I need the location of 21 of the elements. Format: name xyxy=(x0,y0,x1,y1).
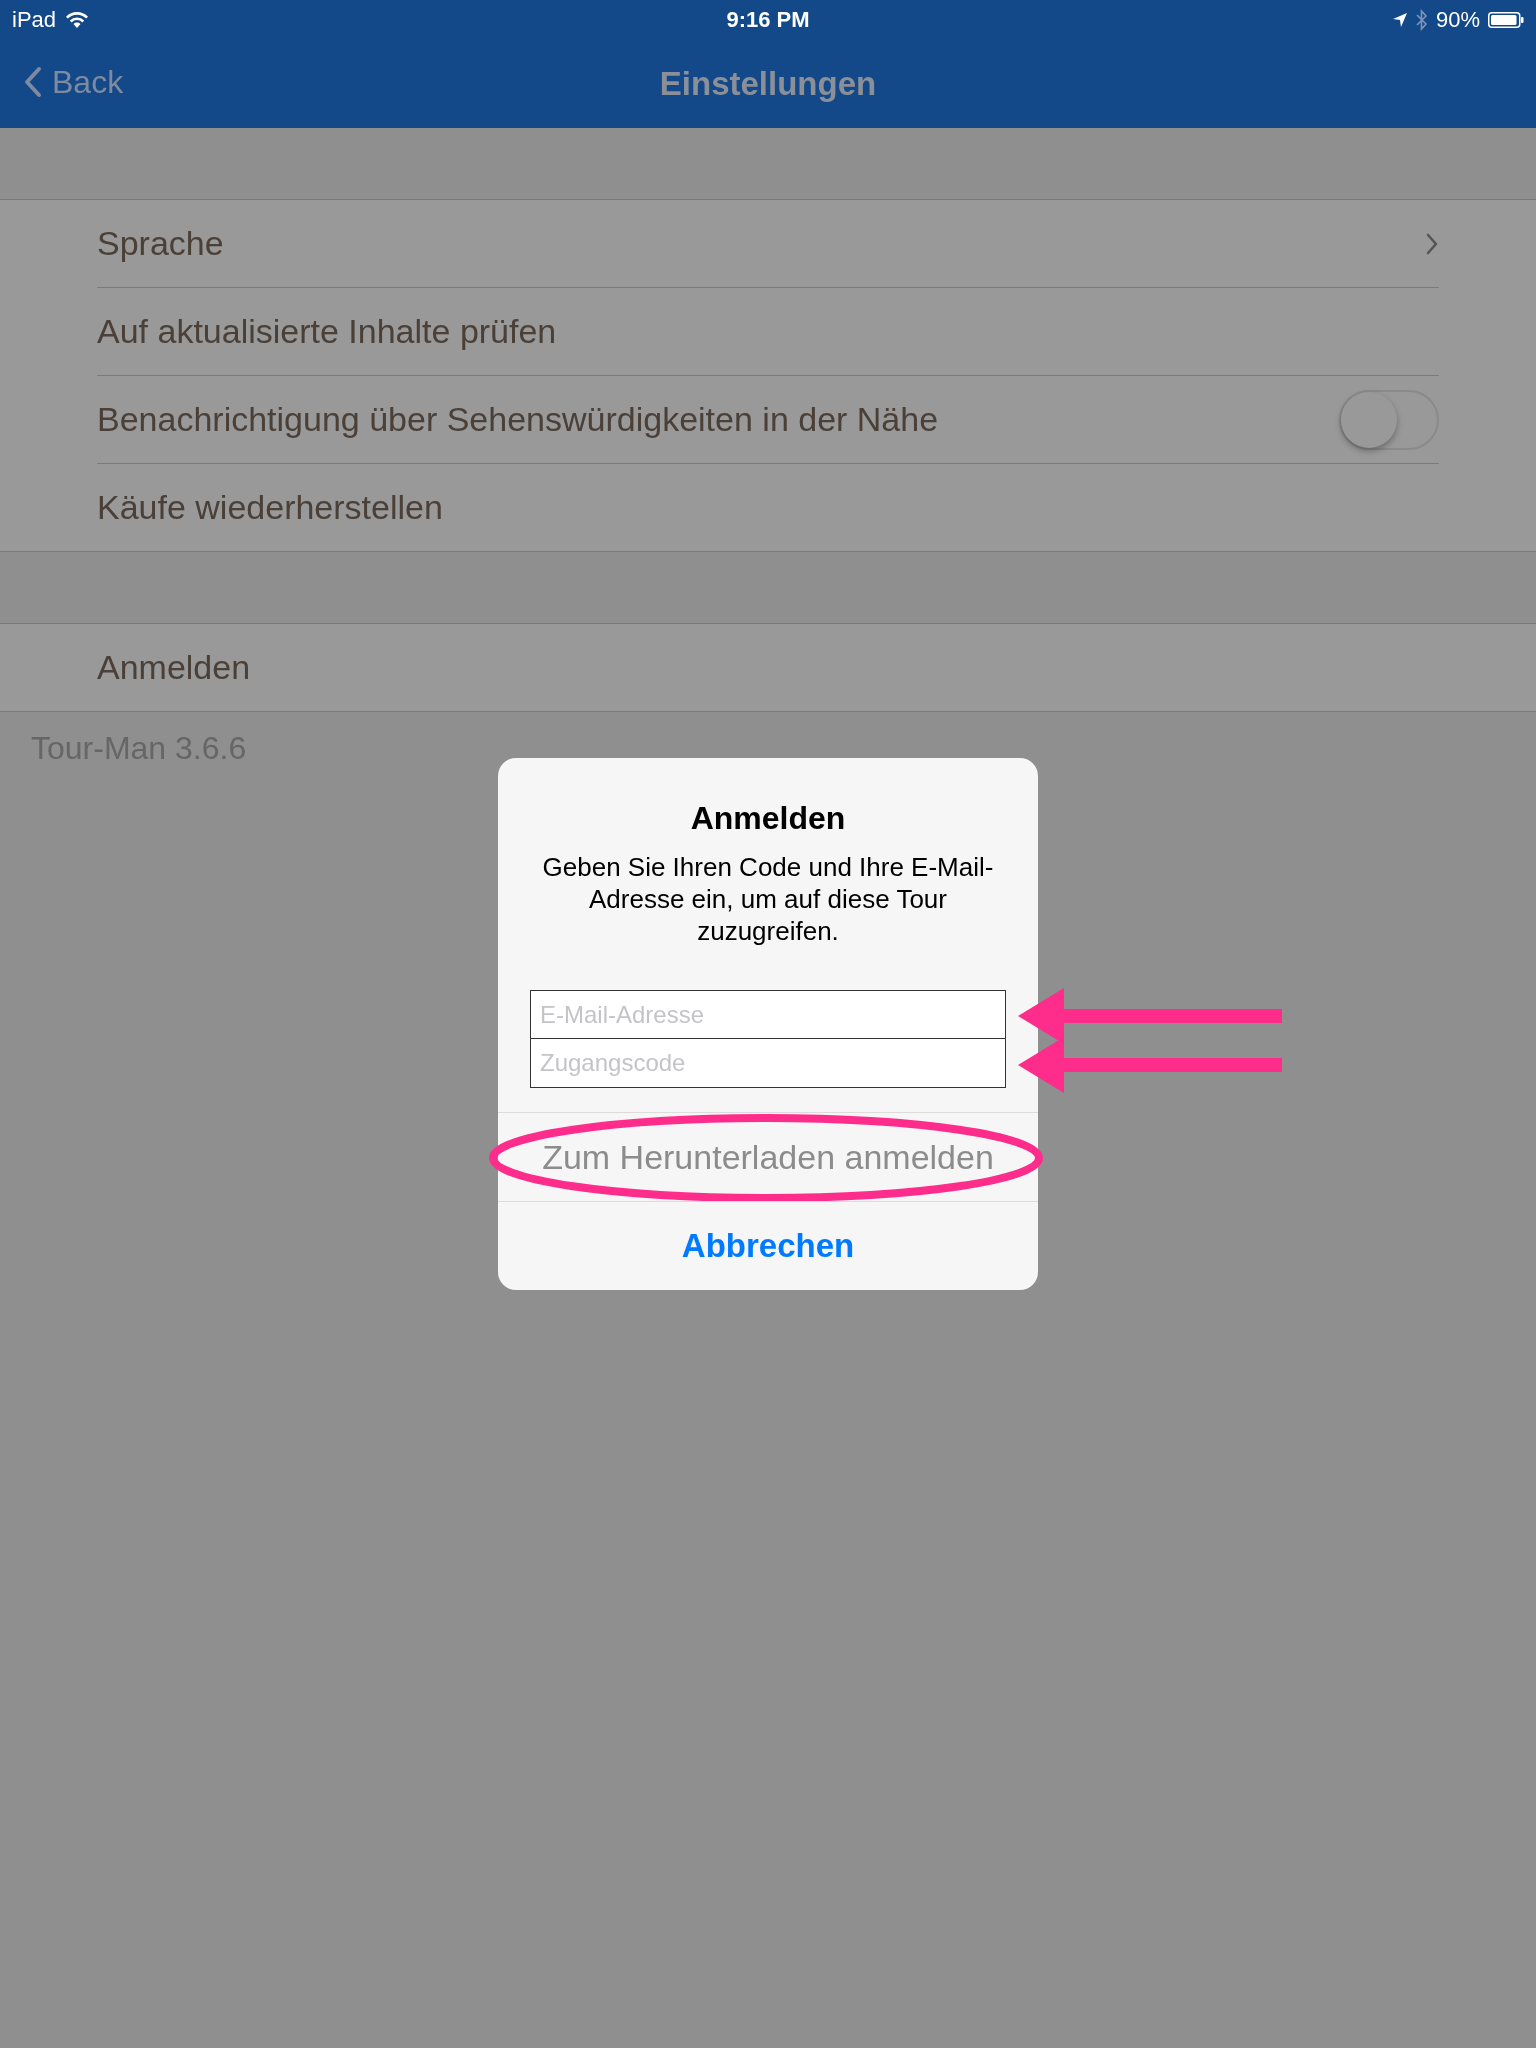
toggle-switch[interactable] xyxy=(1339,389,1439,450)
device-name: iPad xyxy=(12,7,57,33)
dialog-button[interactable]: Abbrechen xyxy=(498,1202,1038,1290)
back-button[interactable]: Back xyxy=(0,63,124,101)
screen-title: Einstellungen xyxy=(659,65,877,103)
location-arrow-icon xyxy=(1391,12,1408,28)
input-field[interactable]: E-Mail-Adresse xyxy=(530,989,1006,1040)
clock-time: 9:16 PM xyxy=(726,7,810,33)
settings-row[interactable]: Auf aktualisierte Inhalte prüfen xyxy=(97,288,1439,376)
settings-row[interactable]: Käufe wiederherstellen xyxy=(97,464,1439,551)
bluetooth-icon xyxy=(1415,9,1428,31)
wifi-icon xyxy=(66,12,89,28)
chevron-right-icon xyxy=(1425,231,1439,256)
settings-row[interactable]: Sprache xyxy=(97,200,1439,288)
battery-icon xyxy=(1488,12,1524,28)
dialog-title: Anmelden xyxy=(689,800,847,837)
input-field[interactable]: Zugangscode xyxy=(530,1038,1006,1088)
chevron-left-icon xyxy=(24,66,42,98)
settings-row[interactable]: Benachrichtigung über Sehenswürdigkeiten in der Nähe xyxy=(97,376,1439,464)
dialog-message: Geben Sie Ihren Code und Ihre E-Mail-Adresse ein, um auf diese Tour zuzugreifen. xyxy=(541,851,995,947)
battery-percent: 90% xyxy=(1435,7,1480,33)
